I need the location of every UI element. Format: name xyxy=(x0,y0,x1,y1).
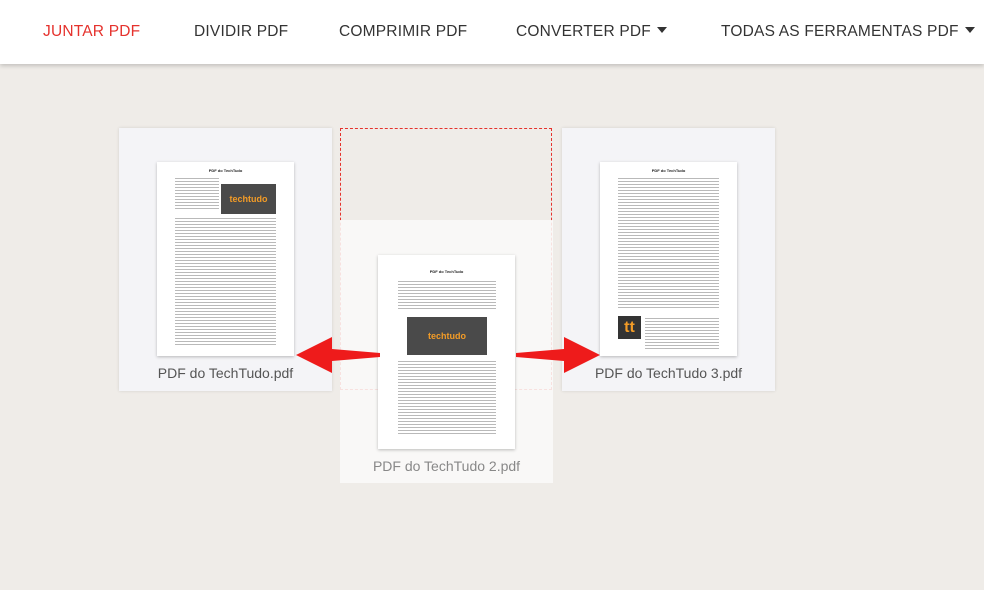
nav-compress-pdf[interactable]: COMPRIMIR PDF xyxy=(339,22,467,42)
nav-label: TODAS AS FERRAMENTAS PDF xyxy=(721,23,959,40)
logo-text: techtudo xyxy=(428,331,466,341)
text-lines xyxy=(398,361,496,436)
text-lines xyxy=(645,318,719,351)
file-name: PDF do TechTudo 2.pdf xyxy=(372,458,521,474)
text-lines xyxy=(175,218,276,347)
nav-convert-pdf[interactable]: CONVERTER PDF xyxy=(516,22,667,42)
text-lines xyxy=(618,178,719,310)
caret-down-icon xyxy=(964,27,975,33)
pdf-thumbnail: PDF do TechTudo techtudo xyxy=(378,255,515,449)
nav-merge-pdf[interactable]: JUNTAR PDF xyxy=(43,22,140,42)
pdf-thumbnail: PDF do TechTudo tt xyxy=(600,162,737,356)
arrow-left-icon xyxy=(296,337,380,373)
thumbnail-doc-title: PDF do TechTudo xyxy=(651,168,686,173)
caret-down-icon xyxy=(656,27,667,33)
thumbnail-doc-title: PDF do TechTudo xyxy=(208,168,243,173)
thumbnail-doc-title: PDF do TechTudo xyxy=(429,269,464,274)
top-navigation: JUNTAR PDF DIVIDIR PDF COMPRIMIR PDF CON… xyxy=(0,0,984,64)
techtudo-logo: techtudo xyxy=(221,184,276,214)
logo-text: techtudo xyxy=(229,194,268,204)
techtudo-logo: techtudo xyxy=(407,317,487,355)
text-lines xyxy=(175,178,219,211)
text-lines xyxy=(398,281,496,311)
nav-label: DIVIDIR PDF xyxy=(194,23,289,40)
nav-label: CONVERTER PDF xyxy=(516,23,651,40)
nav-split-pdf[interactable]: DIVIDIR PDF xyxy=(194,22,288,42)
nav-all-tools[interactable]: TODAS AS FERRAMENTAS PDF xyxy=(721,22,975,42)
arrow-right-icon xyxy=(516,337,600,373)
logo-text: tt xyxy=(624,318,635,336)
pdf-thumbnail: PDF do TechTudo techtudo xyxy=(157,162,294,356)
nav-label: JUNTAR PDF xyxy=(43,23,141,40)
tt-logo: tt xyxy=(618,316,641,339)
nav-label: COMPRIMIR PDF xyxy=(339,23,468,40)
